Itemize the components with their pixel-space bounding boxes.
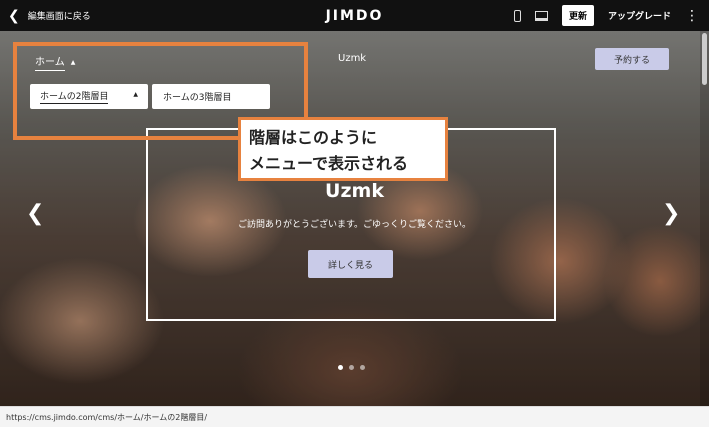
browser-status-url: https://cms.jimdo.com/cms/ホーム/ホームの2階層目/ (0, 406, 709, 427)
annotation-line-2: メニューで表示される (249, 154, 409, 173)
nav-subitem-level2[interactable]: ホームの2階層目 ▲ (30, 84, 148, 109)
chevron-left-icon: ❮ (8, 7, 20, 24)
caret-up-icon: ▲ (70, 58, 76, 66)
nav-subitem-level3-label: ホームの3階層目 (163, 93, 232, 103)
back-label: 編集画面に戻る (27, 12, 91, 22)
caret-up-icon: ▲ (133, 91, 138, 98)
hero-subtitle: ご訪問ありがとうございます。ごゆっくりご覧ください。 (237, 220, 472, 230)
hero-title: Uzmk (325, 180, 384, 202)
learn-more-button[interactable]: 詳しく見る (308, 250, 393, 278)
slider-dot-2[interactable] (349, 365, 354, 370)
editor-tools: 更新 アップグレード ⋮ (513, 0, 699, 31)
jimdo-logo: JIMDO (325, 7, 384, 24)
slider-dot-3[interactable] (360, 365, 365, 370)
nav-subitem-level3[interactable]: ホームの3階層目 (152, 84, 270, 109)
annotation-callout: 階層はこのように メニューで表示される (238, 117, 448, 181)
scrollbar-thumb[interactable] (702, 33, 707, 85)
nav-item-home[interactable]: ホーム ▲ (35, 53, 75, 71)
upgrade-link[interactable]: アップグレード (608, 9, 671, 22)
annotation-line-1: 階層はこのように (249, 128, 378, 147)
nav-subitem-level2-label: ホームの2階層目 (40, 89, 109, 104)
reserve-button[interactable]: 予約する (595, 48, 669, 70)
site-name[interactable]: Uzmk (338, 53, 366, 64)
slider-dots (338, 365, 365, 370)
editor-topbar: ❮ 編集画面に戻る JIMDO 更新 アップグレード ⋮ (0, 0, 709, 31)
status-url-text: https://cms.jimdo.com/cms/ホーム/ホームの2階層目/ (6, 411, 208, 423)
mobile-preview-icon[interactable] (513, 9, 521, 22)
update-button[interactable]: 更新 (561, 5, 594, 26)
nav-home-label: ホーム (35, 53, 65, 71)
slider-prev-icon[interactable]: ❮ (26, 203, 44, 225)
more-menu-icon[interactable]: ⋮ (685, 9, 699, 23)
page-scrollbar[interactable] (700, 31, 709, 406)
back-to-editor-button[interactable]: ❮ 編集画面に戻る (8, 0, 91, 31)
desktop-preview-icon[interactable] (534, 10, 548, 21)
slider-next-icon[interactable]: ❯ (662, 203, 680, 225)
slider-dot-1[interactable] (338, 365, 343, 370)
hero-image: ホーム ▲ ホームの2階層目 ▲ ホームの3階層目 Uzmk 予約する Uzmk… (0, 31, 709, 406)
